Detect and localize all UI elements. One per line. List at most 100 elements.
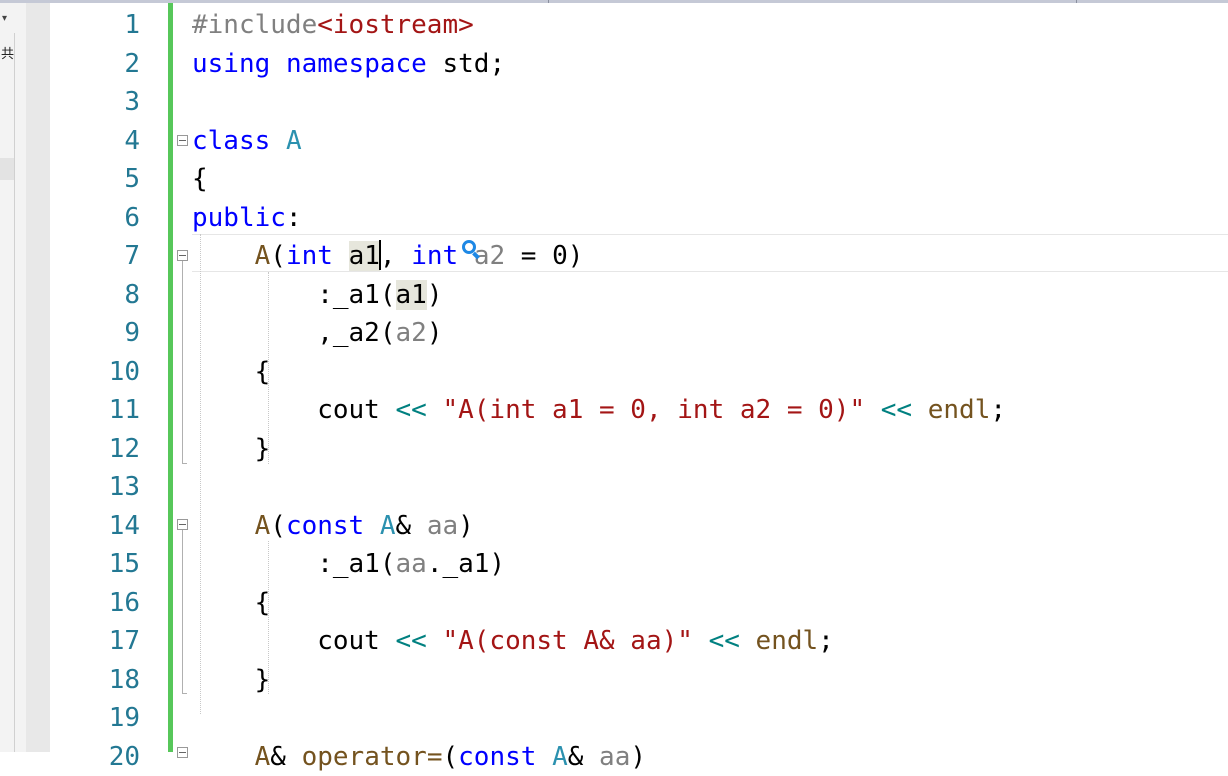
panel-selection[interactable] xyxy=(0,158,14,180)
code-token: endl xyxy=(755,626,819,656)
code-token: ._a1) xyxy=(426,549,506,579)
line-number: 13 xyxy=(108,472,140,502)
code-line[interactable]: 1 #include<iostream> xyxy=(50,6,1228,44)
code-line[interactable]: 20 A& operator=(const A& aa) xyxy=(50,738,1228,776)
code-token: const xyxy=(458,741,537,772)
code-text: using namespace std; xyxy=(192,45,505,83)
line-number: 14 xyxy=(108,510,140,541)
code-line[interactable]: 6 public: xyxy=(50,199,1228,237)
code-text: #include<iostream> xyxy=(192,6,474,44)
code-token: std; xyxy=(426,48,506,79)
code-token: "A(int a1 = 0, int a2 = 0)" xyxy=(442,395,866,425)
code-token: :_a1( xyxy=(192,279,396,310)
code-line[interactable]: 9 ,_a2(a2) xyxy=(50,314,1228,352)
code-token: ( xyxy=(270,510,286,541)
code-token: class xyxy=(192,125,271,156)
code-token: endl xyxy=(927,395,991,425)
line-number: 18 xyxy=(108,664,140,695)
code-token: ( xyxy=(442,741,459,772)
code-line[interactable]: 13 xyxy=(50,468,1228,506)
code-text: A& operator=(const A& aa) xyxy=(192,738,646,776)
code-text: A(const A& aa) xyxy=(192,507,474,545)
code-token: a1 xyxy=(395,279,427,310)
code-text: A(int a1, int a2 = 0) xyxy=(192,237,583,275)
code-token: #include xyxy=(192,10,318,40)
left-side-panel: ▾ 共 xyxy=(0,3,27,752)
code-token: A xyxy=(254,241,271,271)
code-text: :_a1(a1) xyxy=(192,276,442,314)
code-token: = 0) xyxy=(505,241,584,271)
code-line[interactable]: 17 cout << "A(const A& aa)" << endl; xyxy=(50,622,1228,660)
code-text: class A xyxy=(192,122,302,160)
dropdown-arrow-icon[interactable]: ▾ xyxy=(2,13,16,29)
code-text: { xyxy=(192,584,271,622)
code-token: ,_a2( xyxy=(192,318,396,348)
line-number: 5 xyxy=(124,164,140,194)
line-number: 11 xyxy=(108,395,140,425)
code-line[interactable]: 11 cout << "A(int a1 = 0, int a2 = 0)" <… xyxy=(50,391,1228,429)
code-text: public: xyxy=(192,199,302,237)
code-token: << xyxy=(395,626,427,656)
code-token: & xyxy=(395,510,427,541)
code-token: A xyxy=(254,510,271,541)
code-text: { xyxy=(192,160,208,198)
code-text: { xyxy=(192,353,271,391)
code-token: ) xyxy=(630,741,647,772)
code-token: aa xyxy=(599,741,631,772)
line-number: 16 xyxy=(108,587,140,618)
line-number: 6 xyxy=(124,202,140,233)
code-token: A xyxy=(254,741,271,772)
code-token: & xyxy=(567,741,600,772)
code-line[interactable]: 5{ xyxy=(50,160,1228,198)
code-token: ) xyxy=(426,318,443,348)
code-token: ( xyxy=(270,241,286,271)
code-line[interactable]: 2 using namespace std; xyxy=(50,45,1228,83)
code-token: :_a1( xyxy=(192,549,396,579)
code-token: ) xyxy=(458,510,474,541)
code-line[interactable]: 8 :_a1(a1) xyxy=(50,276,1228,314)
code-line[interactable]: 14 A(const A& aa) xyxy=(50,507,1228,545)
code-line[interactable]: 3 xyxy=(50,83,1228,121)
line-number: 19 xyxy=(108,703,140,733)
code-line[interactable]: 4 class A xyxy=(50,122,1228,160)
code-token: A xyxy=(552,741,568,772)
code-text: :_a1(aa._a1) xyxy=(192,545,505,583)
code-token: { xyxy=(192,164,208,194)
code-token: public xyxy=(192,202,286,233)
code-line[interactable]: 10 { xyxy=(50,353,1228,391)
code-line[interactable]: 18 } xyxy=(50,661,1228,699)
code-line[interactable]: 15 :_a1(aa._a1) xyxy=(50,545,1228,583)
code-token: aa xyxy=(395,549,427,579)
code-editor[interactable]: 1 #include<iostream> 2 using namespace std;… xyxy=(50,3,1228,772)
code-line[interactable]: 16 { xyxy=(50,584,1228,622)
code-token: ) xyxy=(426,279,443,310)
line-number: 9 xyxy=(124,318,140,348)
code-text: } xyxy=(192,430,271,468)
code-line[interactable]: 19 xyxy=(50,699,1228,737)
line-number: 17 xyxy=(108,626,140,656)
code-line[interactable]: 7 A(int a1, int a2 = 0) xyxy=(50,237,1228,275)
editor-margin-strip xyxy=(26,3,51,752)
line-number: 4 xyxy=(124,125,140,156)
code-line[interactable]: 12 } xyxy=(50,430,1228,468)
code-token: aa xyxy=(426,510,459,541)
code-token: operator= xyxy=(301,741,443,772)
code-token: << xyxy=(708,626,740,656)
code-token: "A(const A& aa)" xyxy=(442,626,693,656)
line-number: 15 xyxy=(108,549,140,579)
code-token: int xyxy=(411,241,459,271)
code-token: { xyxy=(192,356,271,387)
code-token: } xyxy=(192,664,271,695)
